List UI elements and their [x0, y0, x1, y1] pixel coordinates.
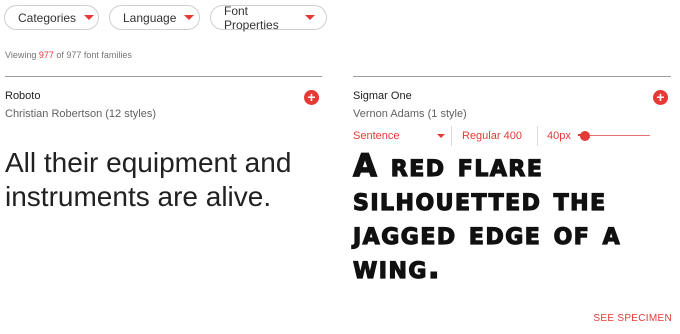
- language-filter[interactable]: Language: [109, 5, 200, 30]
- see-specimen-link[interactable]: SEE SPECIMEN: [593, 313, 672, 324]
- caret-down-icon: [184, 15, 195, 20]
- caret-down-icon: [84, 15, 95, 20]
- language-label: Language: [123, 10, 177, 25]
- font-sample-text[interactable]: A red flare silhouetted the jagged edge …: [352, 148, 671, 285]
- add-font-button[interactable]: +: [304, 90, 319, 105]
- font-card-sigmar-one[interactable]: Sigmar One Vernon Adams (1 style) + Sent…: [352, 76, 671, 326]
- slider-thumb[interactable]: [580, 131, 591, 141]
- font-card-roboto[interactable]: Roboto Christian Robertson (12 styles) +…: [5, 76, 322, 316]
- categories-filter[interactable]: Categories: [4, 5, 99, 30]
- font-name: Roboto: [5, 90, 41, 102]
- font-name: Sigmar One: [353, 90, 412, 102]
- weight-select[interactable]: Regular 400: [452, 130, 537, 142]
- preview-controls: Sentence Regular 400 40px: [353, 125, 671, 147]
- font-designer: Vernon Adams (1 style): [353, 108, 467, 120]
- font-designer: Christian Robertson (12 styles): [5, 108, 157, 120]
- size-slider[interactable]: [578, 130, 650, 142]
- font-properties-label: Font Properties: [224, 3, 279, 32]
- results-count: Viewing 977 of 977 font families: [5, 50, 132, 60]
- caret-down-icon: [437, 134, 445, 138]
- font-properties-filter[interactable]: Font Properties: [210, 3, 327, 32]
- case-select-value: Sentence: [353, 130, 400, 142]
- size-value: 40px: [547, 130, 571, 142]
- font-sample-text[interactable]: All their equipment and instruments are …: [5, 146, 315, 214]
- categories-label: Categories: [18, 10, 77, 25]
- results-count-number: 977: [38, 50, 54, 60]
- add-font-button[interactable]: +: [653, 90, 668, 105]
- filter-bar: Categories Language Font Properties: [4, 3, 327, 32]
- caret-down-icon: [305, 15, 315, 20]
- case-select[interactable]: Sentence: [353, 130, 451, 142]
- results-prefix: Viewing: [5, 50, 39, 60]
- results-suffix: of 977 font families: [53, 50, 132, 60]
